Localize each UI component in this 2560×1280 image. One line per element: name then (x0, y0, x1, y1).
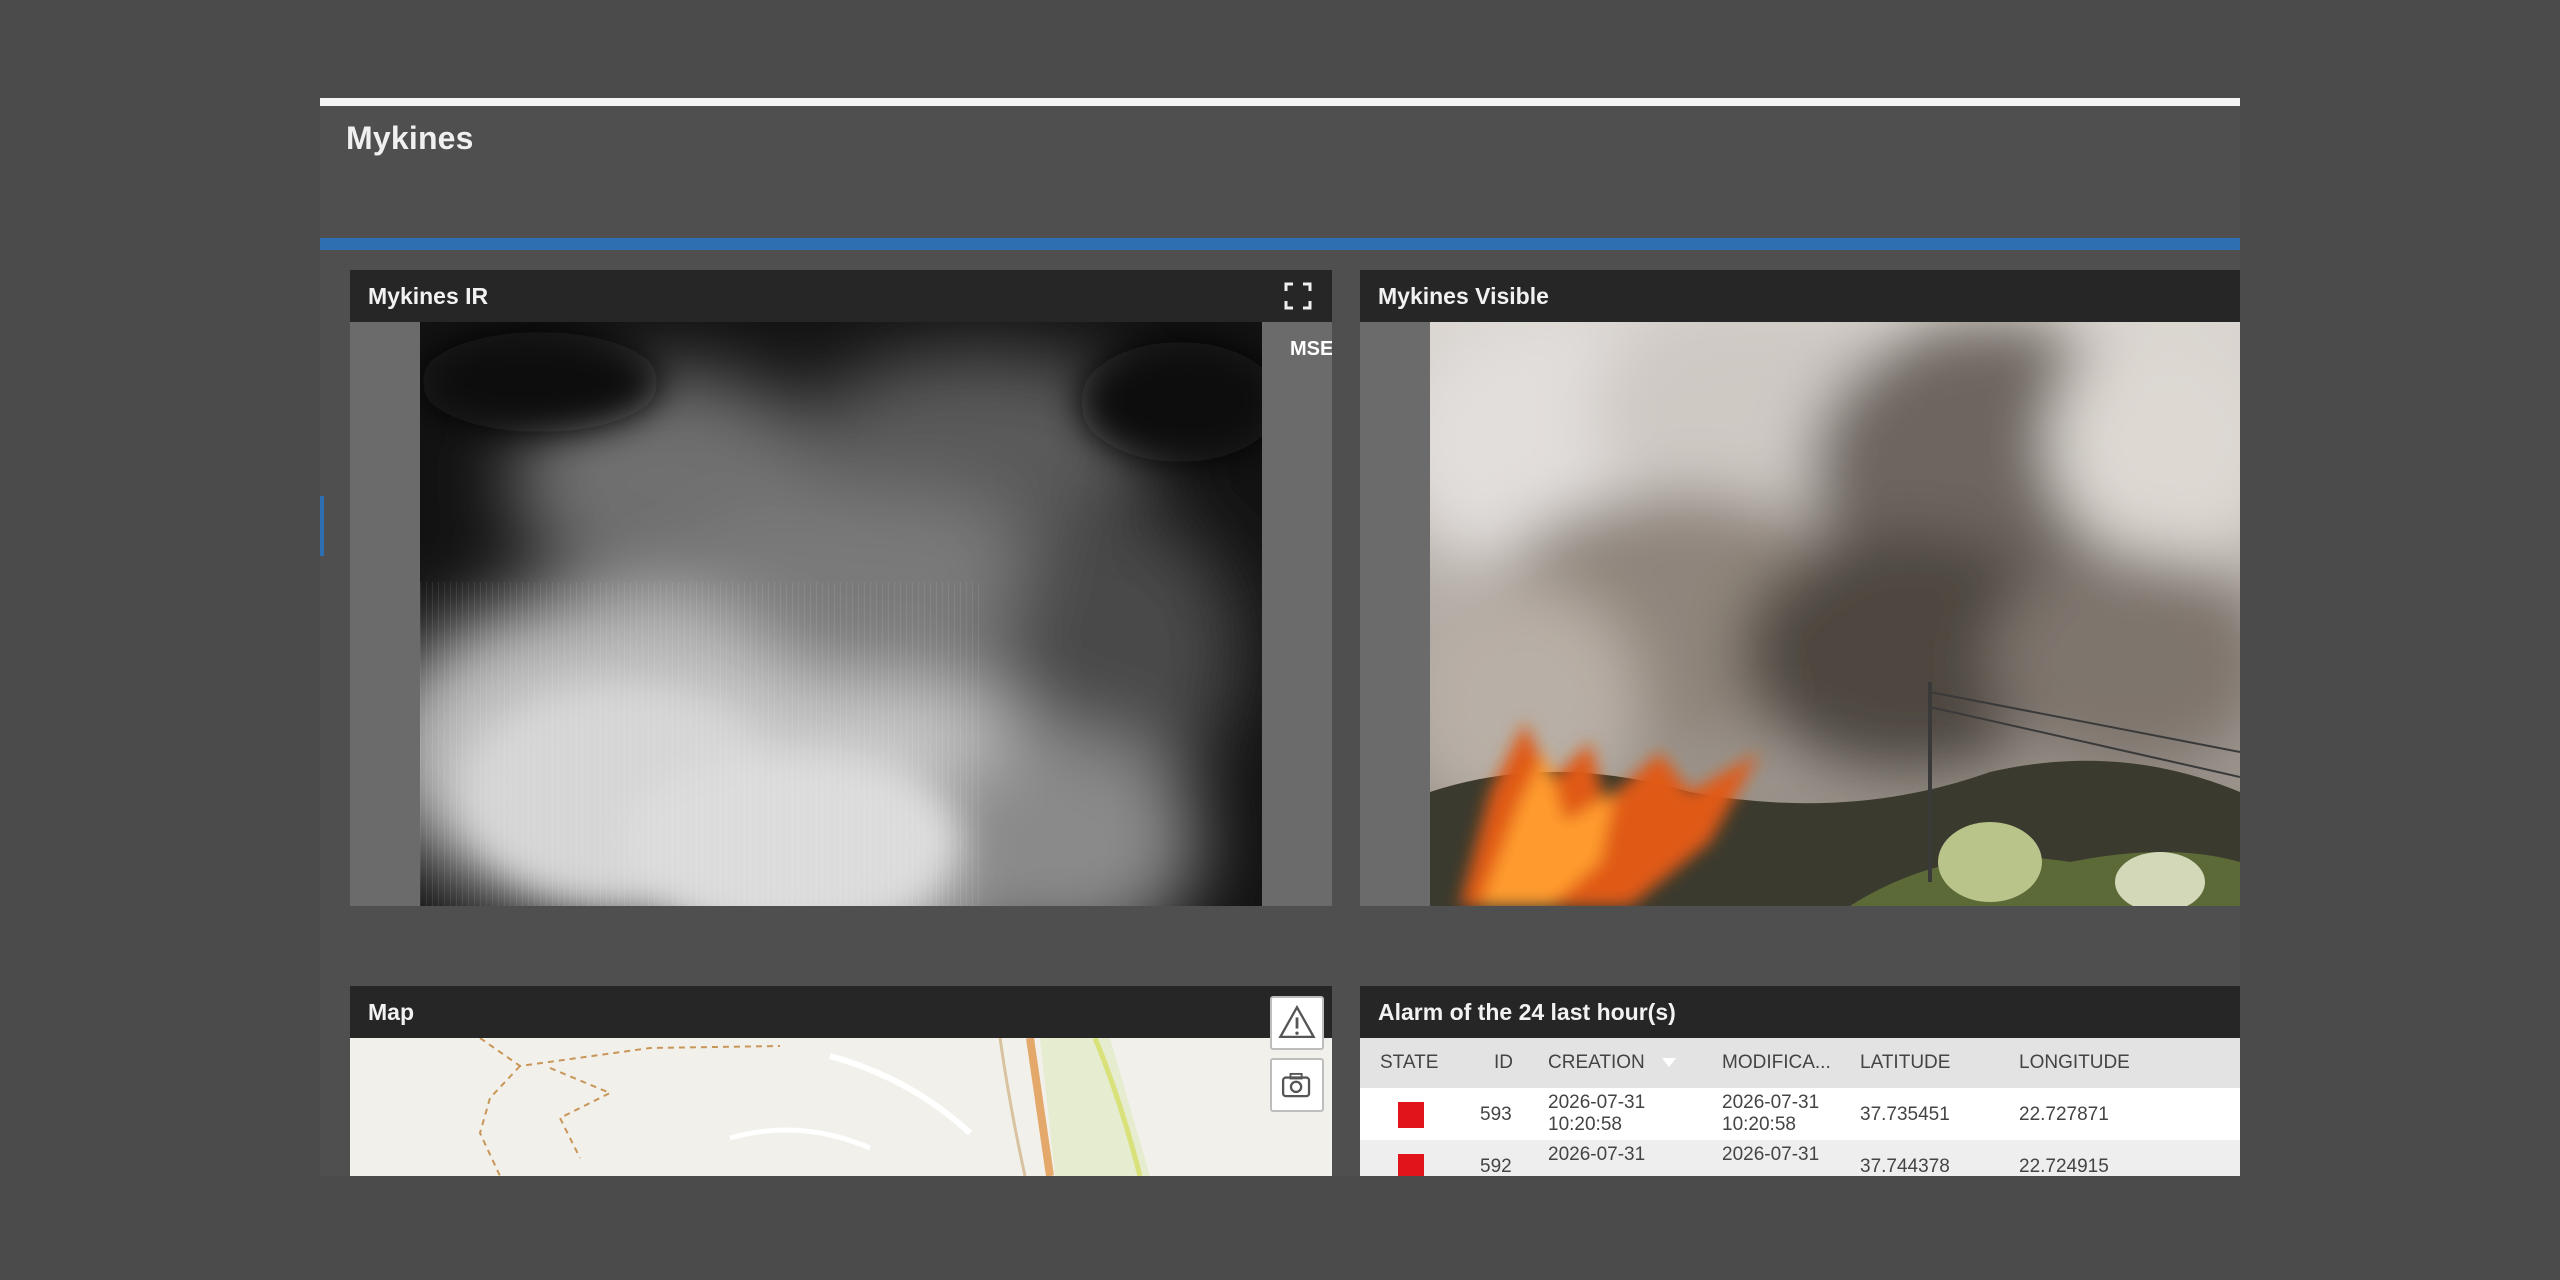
alarm-modification-date: 2026-07-31 (1722, 1092, 1820, 1113)
ir-overlay-label: MSE (1290, 338, 1332, 360)
ir-panel-title: Mykines IR (368, 283, 489, 309)
alarm-modification-date: 2026-07-31 (1722, 1144, 1820, 1165)
map-alert-tool-button[interactable] (1270, 996, 1324, 1050)
alarm-state-indicator (1398, 1102, 1424, 1128)
sort-desc-icon[interactable] (1662, 1058, 1676, 1068)
column-header-latitude[interactable]: LATITUDE (1860, 1052, 1950, 1074)
visible-panel-header: Mykines Visible (1360, 270, 2240, 322)
map-panel-title: Map (368, 999, 414, 1025)
visible-camera-feed[interactable] (1430, 322, 2240, 906)
app-window: Mykines Mykines IR MSE Mykines Visible M… (320, 98, 2240, 1176)
alarm-creation-date: 2026-07-31 (1548, 1144, 1646, 1165)
table-row[interactable]: 592 2026-07-31 2026-07-31 37.744378 22.7… (1360, 1140, 2240, 1176)
header-accent-bar (320, 238, 2240, 250)
page-title: Mykines (346, 120, 474, 156)
alarm-panel: Alarm of the 24 last hour(s) STATE ID CR… (1360, 986, 2240, 1176)
column-header-state[interactable]: STATE (1380, 1052, 1438, 1074)
side-tab-marker[interactable] (320, 496, 324, 556)
fullscreen-icon[interactable] (1284, 282, 1312, 310)
visible-camera-panel: Mykines Visible (1360, 270, 2240, 906)
ir-camera-feed[interactable] (420, 322, 1262, 906)
alarm-latitude: 37.744378 (1860, 1156, 1950, 1176)
alarm-state-indicator (1398, 1154, 1424, 1176)
alarm-table-header: STATE ID CREATION MODIFICA... LATITUDE L… (1360, 1038, 2240, 1088)
alarm-id: 593 (1480, 1104, 1512, 1125)
column-header-id[interactable]: ID (1494, 1052, 1513, 1074)
table-row[interactable]: 593 2026-07-31 10:20:58 2026-07-31 10:20… (1360, 1088, 2240, 1140)
alert-triangle-icon (1278, 1004, 1316, 1039)
map-panel-header: Map (350, 986, 1332, 1038)
alarm-panel-header: Alarm of the 24 last hour(s) (1360, 986, 2240, 1038)
ir-panel-header: Mykines IR (350, 270, 1332, 322)
column-header-longitude[interactable]: LONGITUDE (2019, 1052, 2130, 1074)
alarm-id: 592 (1480, 1156, 1512, 1176)
alarm-creation-date: 2026-07-31 (1548, 1092, 1646, 1113)
map-view[interactable] (350, 1038, 1332, 1176)
map-panel: Map (350, 986, 1332, 1176)
column-header-creation[interactable]: CREATION (1548, 1052, 1645, 1074)
column-header-modification[interactable]: MODIFICA... (1722, 1052, 1831, 1074)
alarm-longitude: 22.727871 (2019, 1104, 2109, 1125)
alarm-latitude: 37.735451 (1860, 1104, 1950, 1125)
alarm-table: STATE ID CREATION MODIFICA... LATITUDE L… (1360, 1038, 2240, 1176)
visible-panel-title: Mykines Visible (1378, 283, 1549, 309)
ir-camera-panel: Mykines IR MSE (350, 270, 1332, 906)
top-border (320, 98, 2240, 106)
camera-icon (1281, 1072, 1311, 1098)
alarm-modification-time: 10:20:58 (1722, 1114, 1796, 1135)
alarm-panel-title: Alarm of the 24 last hour(s) (1378, 999, 1676, 1025)
alarm-creation-time: 10:20:58 (1548, 1114, 1622, 1135)
alarm-longitude: 22.724915 (2019, 1156, 2109, 1176)
map-camera-tool-button[interactable] (1270, 1058, 1324, 1112)
